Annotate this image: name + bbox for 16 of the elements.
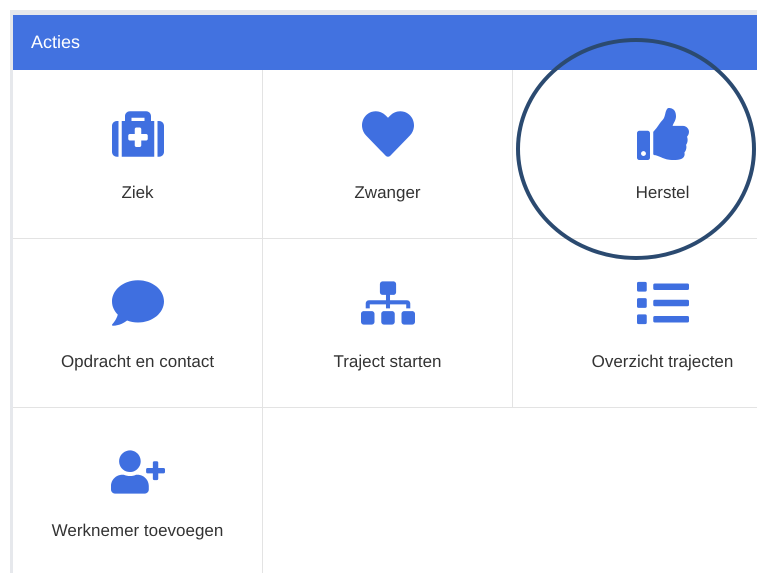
action-tile[interactable]: Herstel — [513, 70, 757, 239]
action-label: Traject starten — [333, 351, 442, 374]
action-label: Overzicht trajecten — [592, 351, 734, 374]
panel-title: Acties — [31, 31, 80, 54]
action-tile[interactable]: Overzicht trajecten — [513, 239, 757, 408]
action-label: Ziek — [121, 182, 154, 204]
action-label: Werknemer toevoegen — [52, 520, 224, 542]
action-tile[interactable]: Ziek — [13, 70, 263, 239]
action-label: Opdracht en contact — [60, 351, 214, 374]
thumbs-up-icon — [636, 108, 690, 160]
action-tile[interactable]: Werknemer toevoegen — [13, 408, 263, 573]
action-label: Herstel — [636, 182, 690, 204]
action-tile[interactable]: Zwanger — [263, 70, 513, 239]
action-tile[interactable]: Opdracht en contact — [13, 239, 263, 408]
action-tile[interactable]: Traject starten — [263, 239, 513, 408]
action-label: Zwanger — [354, 182, 421, 204]
